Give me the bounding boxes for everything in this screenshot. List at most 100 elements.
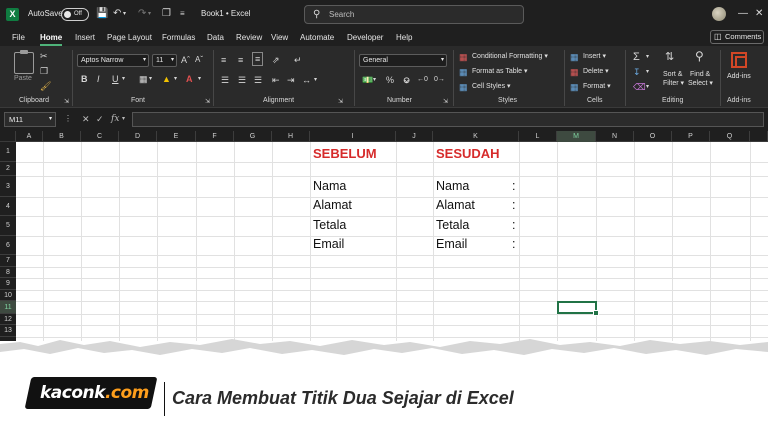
paste-icon[interactable]: [14, 50, 34, 74]
insert-cells-button[interactable]: Insert ▾: [583, 52, 606, 62]
cell-i6[interactable]: Email: [313, 237, 344, 251]
font-color-icon[interactable]: A: [186, 73, 193, 85]
cell-k4[interactable]: Alamat: [436, 198, 475, 212]
font-launcher-icon[interactable]: ⇲: [205, 96, 210, 108]
column-header[interactable]: J: [396, 131, 433, 142]
chevron-down-icon[interactable]: ▾: [646, 81, 649, 93]
add-ins-icon[interactable]: [731, 52, 747, 68]
sort-filter-icon[interactable]: ⇅: [665, 51, 674, 63]
chevron-down-icon[interactable]: ▾: [149, 73, 152, 85]
fill-color-icon[interactable]: ▲: [162, 73, 171, 85]
autosave-toggle[interactable]: Off: [61, 8, 89, 21]
cell-k1-sesudah[interactable]: SESUDAH: [436, 147, 500, 161]
fill-icon[interactable]: ↧: [633, 66, 641, 78]
format-as-table-icon[interactable]: ▦: [459, 66, 468, 78]
column-header[interactable]: H: [272, 131, 310, 142]
column-header[interactable]: C: [81, 131, 119, 142]
chevron-down-icon[interactable]: ▾: [198, 73, 201, 85]
chevron-down-icon[interactable]: ▾: [174, 73, 177, 85]
row-header[interactable]: 3: [0, 176, 16, 197]
redo-icon[interactable]: ↷: [138, 7, 146, 21]
column-header[interactable]: E: [157, 131, 196, 142]
align-center-icon[interactable]: ☰: [238, 74, 246, 86]
row-header[interactable]: 1: [0, 142, 16, 162]
find-select-button[interactable]: Select ▾: [688, 79, 713, 89]
italic-icon[interactable]: I: [97, 73, 100, 85]
column-header[interactable]: D: [119, 131, 157, 142]
align-left-icon[interactable]: ☰: [221, 74, 229, 86]
orientation-icon[interactable]: ⇗: [272, 54, 280, 66]
row-header[interactable]: 4: [0, 197, 16, 216]
increase-font-icon[interactable]: Aˆ: [181, 54, 190, 66]
underline-icon[interactable]: U: [112, 73, 119, 85]
cell-i5[interactable]: Tetala: [313, 218, 346, 232]
decrease-font-icon[interactable]: Aˇ: [195, 54, 203, 66]
tab-home[interactable]: Home: [40, 33, 62, 42]
autosum-icon[interactable]: Σ: [633, 51, 640, 63]
clipboard-launcher-icon[interactable]: ⇲: [64, 96, 69, 108]
format-as-table-button[interactable]: Format as Table ▾: [472, 67, 528, 77]
row-header[interactable]: 6: [0, 236, 16, 255]
enter-icon[interactable]: ✓: [96, 113, 104, 125]
save-icon[interactable]: 💾: [96, 7, 108, 21]
conditional-formatting-icon[interactable]: ▦: [459, 51, 468, 63]
more-options-icon[interactable]: ⋮: [64, 113, 72, 125]
font-size-select[interactable]: 11 ▾: [152, 54, 177, 67]
customize-qat-icon[interactable]: ≡: [180, 7, 185, 21]
number-launcher-icon[interactable]: ⇲: [443, 96, 448, 108]
cut-icon[interactable]: ✂: [40, 50, 48, 62]
tab-insert[interactable]: Insert: [75, 33, 95, 42]
currency-icon[interactable]: 💵: [362, 74, 373, 86]
column-header[interactable]: F: [196, 131, 234, 142]
clear-icon[interactable]: ⌫: [633, 81, 646, 93]
tab-data[interactable]: Data: [207, 33, 224, 42]
align-middle-icon[interactable]: ≡: [238, 54, 243, 66]
borders-icon[interactable]: ▦: [139, 73, 148, 85]
cell-k6[interactable]: Email: [436, 237, 467, 251]
bold-icon[interactable]: B: [81, 73, 88, 85]
comma-style-icon[interactable]: ⎉: [403, 74, 410, 86]
align-top-icon[interactable]: ≡: [221, 54, 226, 66]
font-family-select[interactable]: Aptos Narrow ▾: [77, 54, 149, 67]
tab-help[interactable]: Help: [396, 33, 412, 42]
chevron-down-icon[interactable]: ▾: [646, 66, 649, 78]
column-header[interactable]: L: [519, 131, 557, 142]
undo-dropdown-icon[interactable]: ▾: [123, 7, 126, 21]
decrease-indent-icon[interactable]: ⇤: [272, 74, 280, 86]
tab-automate[interactable]: Automate: [300, 33, 334, 42]
cell-k3[interactable]: Nama: [436, 179, 469, 193]
cell-styles-icon[interactable]: ▦: [459, 81, 468, 93]
tab-view[interactable]: View: [271, 33, 288, 42]
cell-i1-sebelum[interactable]: SEBELUM: [313, 147, 377, 161]
format-painter-icon[interactable]: 🖌: [40, 80, 51, 92]
merge-center-icon[interactable]: ↔: [302, 74, 311, 86]
row-header[interactable]: 9: [0, 278, 16, 290]
delete-cells-icon[interactable]: ▦: [570, 66, 579, 78]
selected-cell-m11[interactable]: [557, 301, 599, 316]
add-ins-button[interactable]: Add-ins: [727, 72, 751, 82]
search-box[interactable]: ⚲ Search: [304, 5, 524, 24]
cancel-icon[interactable]: ✕: [82, 113, 90, 125]
row-header[interactable]: 5: [0, 216, 16, 236]
row-header-selected[interactable]: 11: [0, 301, 16, 314]
cell-i4[interactable]: Alamat: [313, 198, 352, 212]
formula-input[interactable]: [132, 112, 764, 127]
tab-page-layout[interactable]: Page Layout: [107, 33, 152, 42]
chevron-down-icon[interactable]: ▾: [646, 51, 649, 63]
find-select-icon[interactable]: ⚲: [695, 50, 704, 62]
row-header[interactable]: 2: [0, 162, 16, 176]
paste-label[interactable]: Paste: [14, 74, 32, 84]
delete-cells-button[interactable]: Delete ▾: [583, 67, 609, 77]
increase-decimal-icon[interactable]: ←0: [417, 74, 428, 86]
sort-filter-button[interactable]: Filter ▾: [663, 79, 684, 89]
copy-icon[interactable]: ❐: [162, 7, 171, 21]
format-cells-button[interactable]: Format ▾: [583, 82, 611, 92]
column-header[interactable]: P: [672, 131, 710, 142]
chevron-down-icon[interactable]: ▾: [122, 73, 125, 85]
column-header-selected[interactable]: M: [557, 131, 596, 142]
column-header[interactable]: K: [433, 131, 519, 142]
column-header[interactable]: Q: [710, 131, 750, 142]
column-header[interactable]: O: [634, 131, 672, 142]
copy-format-icon[interactable]: ❐: [40, 65, 48, 77]
number-format-select[interactable]: General ▾: [359, 54, 447, 67]
